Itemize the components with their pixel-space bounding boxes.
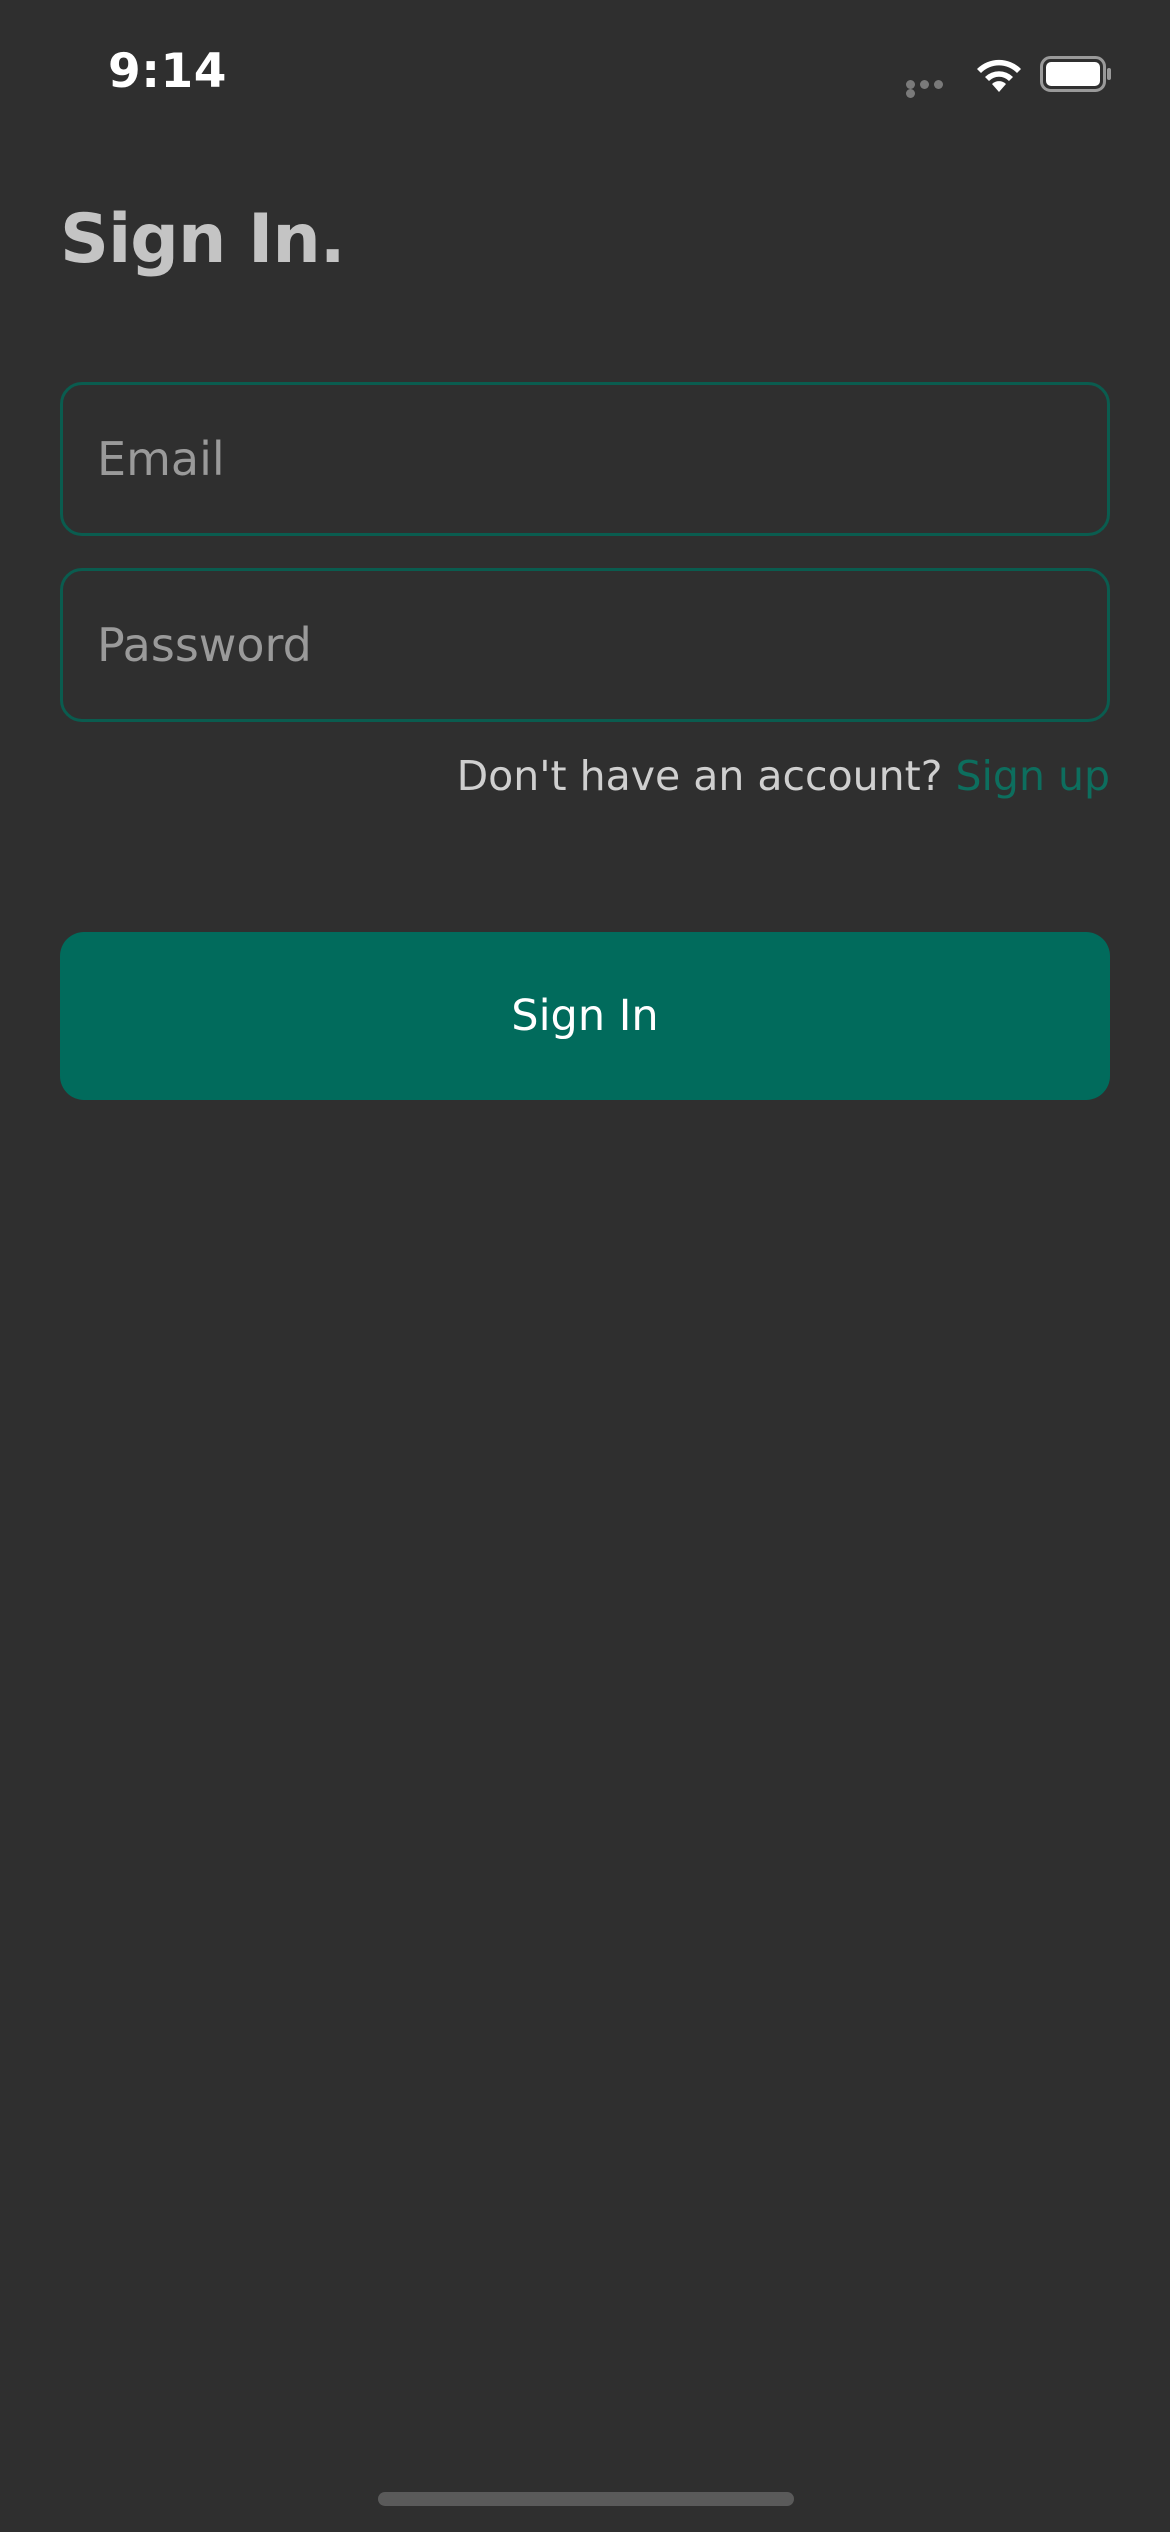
email-field[interactable]: [63, 385, 1107, 533]
signup-prompt-text: Don't have an account?: [456, 752, 956, 800]
home-indicator: [378, 2492, 794, 2506]
battery-icon: [1040, 56, 1111, 92]
signup-prompt-row: Don't have an account? Sign up: [457, 752, 1110, 800]
status-bar: 9:14: [0, 0, 1170, 150]
password-field-container: [60, 568, 1110, 722]
signal-dots-icon: [906, 80, 960, 98]
status-time: 9:14: [108, 44, 227, 99]
wifi-icon: [977, 59, 1021, 92]
email-field-container: [60, 382, 1110, 536]
password-field[interactable]: [63, 571, 1107, 719]
signup-link[interactable]: Sign up: [956, 752, 1110, 800]
sign-in-button[interactable]: Sign In: [60, 932, 1110, 1100]
page-title: Sign In.: [60, 200, 346, 279]
